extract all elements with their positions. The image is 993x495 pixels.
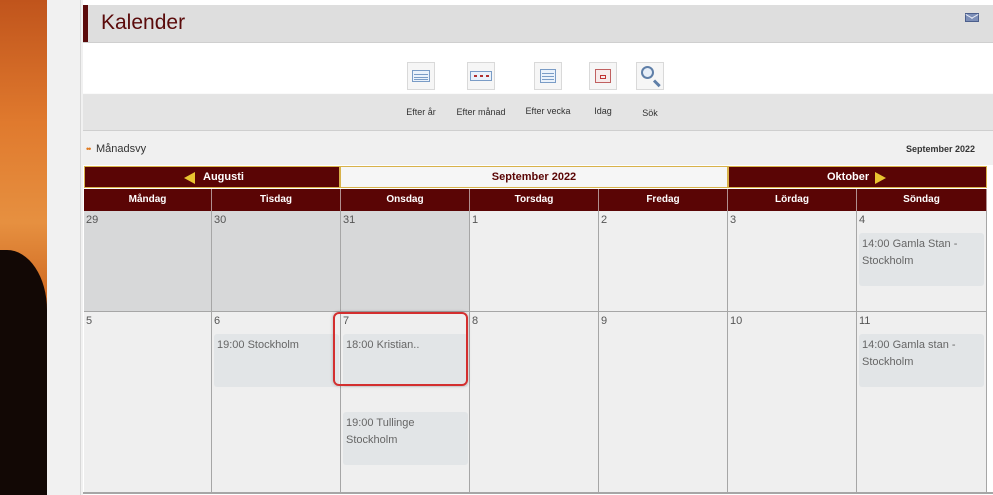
- day-number[interactable]: 31: [343, 214, 355, 226]
- day-number[interactable]: 6: [214, 315, 220, 327]
- next-month-label: Oktober: [827, 171, 870, 183]
- grid-bottom-line: [83, 492, 993, 494]
- day-cell[interactable]: 9: [599, 312, 728, 493]
- highlight-annotation: [333, 312, 468, 386]
- day-number[interactable]: 8: [472, 315, 478, 327]
- calendar-event[interactable]: 14:00 Gamla stan - Stockholm: [859, 334, 984, 387]
- day-cell[interactable]: 5: [84, 312, 212, 493]
- bullet-icon: ••: [86, 144, 91, 154]
- day-number[interactable]: 11: [859, 315, 870, 327]
- day-cell[interactable]: 4 14:00 Gamla Stan - Stockholm: [857, 211, 987, 312]
- day-number[interactable]: 5: [86, 315, 92, 327]
- day-cell[interactable]: 1: [470, 211, 599, 312]
- day-cell[interactable]: 2: [599, 211, 728, 312]
- day-number[interactable]: 10: [730, 315, 742, 327]
- day-number[interactable]: 29: [86, 214, 98, 226]
- next-month-button[interactable]: Oktober: [728, 166, 987, 188]
- month-navigation: Augusti September 2022 Oktober: [84, 166, 987, 188]
- day-cell[interactable]: 3: [728, 211, 857, 312]
- page-title: Kalender: [101, 11, 186, 34]
- day-number[interactable]: 3: [730, 214, 736, 226]
- day-number[interactable]: 4: [859, 214, 865, 226]
- current-month: September 2022: [340, 166, 728, 188]
- weekday-header: Lördag: [728, 189, 857, 211]
- search-icon: [636, 62, 664, 90]
- day-cell[interactable]: 29: [84, 211, 212, 312]
- day-cell[interactable]: 10: [728, 312, 857, 493]
- weekday-header: Onsdag: [341, 189, 470, 211]
- weekday-header: Måndag: [84, 189, 212, 211]
- title-bar: Kalender: [83, 5, 993, 43]
- day-number[interactable]: 30: [214, 214, 226, 226]
- arrow-right-icon: [875, 172, 886, 184]
- weekday-header: Torsdag: [470, 189, 599, 211]
- weekday-header: Söndag: [857, 189, 987, 211]
- email-icon[interactable]: [965, 13, 979, 22]
- calendar-year-icon: [407, 62, 435, 90]
- view-label: Månadsvy: [96, 143, 147, 155]
- calendar-event[interactable]: 19:00 Stockholm: [214, 334, 339, 387]
- weekday-header: Fredag: [599, 189, 728, 211]
- weekday-header: Tisdag: [212, 189, 341, 211]
- search-button[interactable]: Sök: [610, 62, 690, 124]
- background-silhouette: [0, 250, 47, 495]
- view-date: September 2022: [905, 144, 975, 154]
- calendar-month-icon: [467, 62, 495, 90]
- calendar-event[interactable]: 19:00 Tullinge Stockholm: [343, 412, 468, 465]
- day-cell[interactable]: 30: [212, 211, 341, 312]
- day-cell[interactable]: 11 14:00 Gamla stan - Stockholm: [857, 312, 987, 493]
- page-margin: [47, 0, 83, 495]
- calendar-module: Kalender Efter år Efter månad Efter veck…: [83, 0, 993, 495]
- toolbar: Efter år Efter månad Efter vecka Idag Sö…: [83, 43, 993, 131]
- title-accent: [83, 5, 88, 42]
- arrow-left-icon: [184, 172, 195, 184]
- day-number[interactable]: 1: [472, 214, 478, 226]
- background-photo: [0, 0, 47, 495]
- prev-month-label: Augusti: [203, 171, 244, 183]
- day-cell[interactable]: 31: [341, 211, 470, 312]
- day-cell[interactable]: 6 19:00 Stockholm: [212, 312, 341, 493]
- day-number[interactable]: 9: [601, 315, 607, 327]
- prev-month-button[interactable]: Augusti: [84, 166, 340, 188]
- search-label: Sök: [642, 108, 658, 118]
- calendar-week-icon: [534, 62, 562, 90]
- day-cell[interactable]: 8: [470, 312, 599, 493]
- view-bar: •• Månadsvy September 2022: [83, 131, 993, 165]
- calendar-event[interactable]: 14:00 Gamla Stan - Stockholm: [859, 233, 984, 286]
- day-number[interactable]: 2: [601, 214, 607, 226]
